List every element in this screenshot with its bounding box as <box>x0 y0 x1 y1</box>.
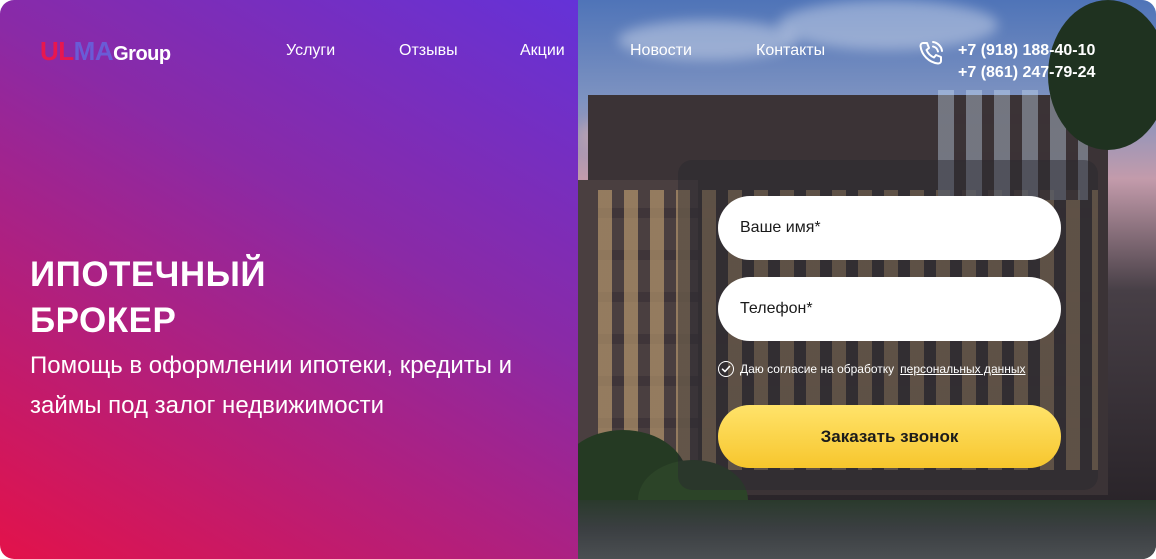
consent-row: Даю согласие на обработку персональных д… <box>718 361 1026 377</box>
request-call-button[interactable]: Заказать звонок <box>718 405 1061 468</box>
consent-text: Даю согласие на обработку <box>740 362 895 376</box>
hero-title-line1: ИПОТЕЧНЫЙ <box>30 255 267 294</box>
phone-icon <box>919 41 943 65</box>
nav-item-services[interactable]: Услуги <box>286 42 335 60</box>
checkmark-icon <box>721 365 731 373</box>
nav-item-reviews[interactable]: Отзывы <box>399 42 458 60</box>
name-input[interactable] <box>718 196 1061 260</box>
phone-numbers: +7 (918) 188-40-10 +7 (861) 247-79-24 <box>958 40 1095 84</box>
phone-1[interactable]: +7 (918) 188-40-10 <box>958 40 1095 62</box>
logo-group: Group <box>113 43 171 65</box>
hero-title-line2: БРОКЕР <box>30 301 177 340</box>
consent-checkbox[interactable] <box>718 361 734 377</box>
nav-item-promotions[interactable]: Акции <box>520 42 565 60</box>
hero-title: ИПОТЕЧНЫЙ БРОКЕР <box>30 252 266 344</box>
logo-ul: UL <box>40 36 74 66</box>
logo[interactable]: UL MA Group <box>40 36 171 67</box>
nav-item-news[interactable]: Новости <box>630 42 692 60</box>
phone-2[interactable]: +7 (861) 247-79-24 <box>958 62 1095 84</box>
hero-subtitle: Помощь в оформлении ипотеки, кредиты и з… <box>30 352 513 419</box>
personal-data-link[interactable]: персональных данных <box>900 362 1025 376</box>
page: UL MA Group Услуги Отзывы Акции Новости Ко… <box>0 0 1156 559</box>
nav-item-contacts[interactable]: Контакты <box>756 42 825 60</box>
phone-input[interactable] <box>718 277 1061 341</box>
logo-ma: MA <box>73 36 114 66</box>
